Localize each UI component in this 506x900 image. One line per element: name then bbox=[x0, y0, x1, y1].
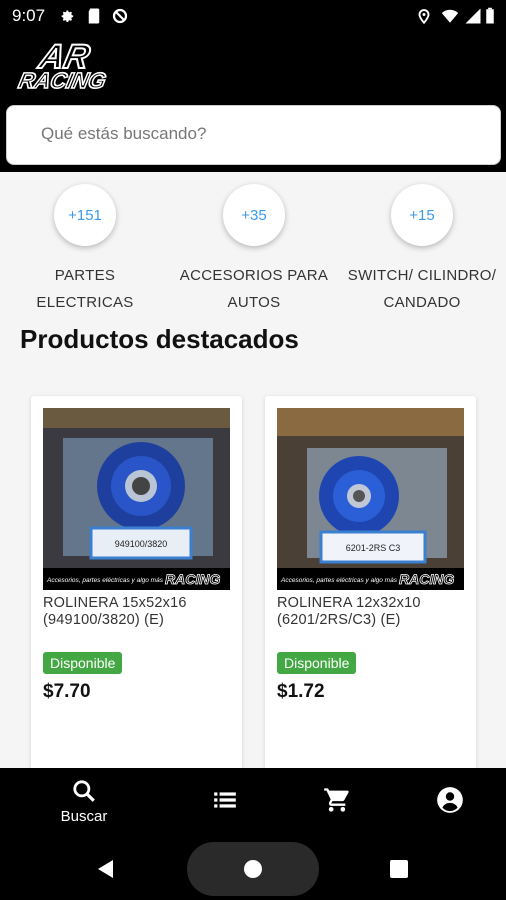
bottom-navigation: Buscar bbox=[0, 768, 506, 836]
category-label: ACCESORIOS PARA AUTOS bbox=[179, 267, 329, 311]
availability-badge: Disponible bbox=[43, 652, 123, 674]
availability-badge: Disponible bbox=[277, 652, 357, 674]
back-icon[interactable] bbox=[95, 858, 117, 880]
recents-icon[interactable] bbox=[389, 859, 409, 879]
cart-icon bbox=[324, 788, 349, 812]
product-card[interactable]: 949100/3820 Accesorios, partes eléctrica… bbox=[31, 396, 242, 776]
category-count-badge: +151 bbox=[54, 184, 116, 246]
product-card[interactable]: 6201-2RS C3 Accesorios, partes eléctrica… bbox=[265, 396, 476, 776]
image-logo-text: RACING bbox=[165, 571, 220, 587]
category-label: PARTES ELECTRICAS bbox=[36, 267, 134, 311]
product-price: $7.70 bbox=[43, 681, 91, 702]
category-count-badge: +15 bbox=[391, 184, 453, 246]
nav-search[interactable]: Buscar bbox=[34, 768, 134, 836]
box-label: 949100/3820 bbox=[115, 539, 168, 549]
settings-icon bbox=[61, 10, 74, 22]
nav-cart[interactable] bbox=[287, 768, 387, 836]
list-icon bbox=[214, 792, 236, 808]
product-image[interactable]: 949100/3820 Accesorios, partes eléctrica… bbox=[43, 408, 230, 590]
category-partes-electricas[interactable]: +151 PARTES ELECTRICAS bbox=[5, 184, 165, 316]
nav-account[interactable] bbox=[400, 768, 500, 836]
data-saver-icon bbox=[112, 8, 128, 24]
logo-racing-text: RACING bbox=[16, 68, 108, 92]
product-name: ROLINERA 12x32x10 (6201/2RS/C3) (E) bbox=[277, 595, 421, 628]
wifi-icon bbox=[441, 9, 459, 23]
status-bar: 9:07 bbox=[0, 0, 506, 32]
image-banner-text: Accesorios, partes eléctricas y algo más bbox=[280, 577, 398, 584]
search-placeholder: Qué estás buscando? bbox=[41, 124, 207, 143]
image-banner-text: Accesorios, partes eléctricas y algo más bbox=[46, 577, 164, 584]
product-image[interactable]: 6201-2RS C3 Accesorios, partes eléctrica… bbox=[277, 408, 464, 590]
signal-icon bbox=[465, 8, 481, 24]
bearing-photo: 949100/3820 Accesorios, partes eléctrica… bbox=[43, 408, 230, 590]
app-header: AR RACING Qué estás buscando? bbox=[0, 32, 506, 172]
product-name: ROLINERA 15x52x16 (949100/3820) (E) bbox=[43, 595, 187, 628]
location-icon bbox=[418, 9, 430, 25]
battery-icon bbox=[486, 7, 494, 24]
account-icon bbox=[437, 787, 463, 813]
box-label: 6201-2RS C3 bbox=[346, 543, 401, 553]
section-title: Productos destacados bbox=[20, 324, 299, 354]
bearing-photo: 6201-2RS C3 Accesorios, partes eléctrica… bbox=[277, 408, 464, 590]
home-pill[interactable] bbox=[187, 842, 319, 896]
status-time: 9:07 bbox=[12, 6, 46, 25]
category-switch-cilindro-candado[interactable]: +15 SWITCH/ CILINDRO/ CANDADO bbox=[342, 184, 502, 316]
system-navigation-bar bbox=[0, 836, 506, 900]
home-icon bbox=[244, 860, 262, 878]
category-label: SWITCH/ CILINDRO/ CANDADO bbox=[347, 267, 497, 311]
search-bar[interactable]: Qué estás buscando? bbox=[6, 105, 501, 165]
nav-search-label: Buscar bbox=[60, 808, 108, 825]
ar-racing-logo[interactable]: AR RACING bbox=[16, 38, 136, 92]
category-accesorios-autos[interactable]: +35 ACCESORIOS PARA AUTOS bbox=[174, 184, 334, 316]
image-logo-text: RACING bbox=[399, 571, 454, 587]
sd-card-icon bbox=[88, 8, 100, 24]
search-icon bbox=[73, 780, 95, 802]
category-count-badge: +35 bbox=[223, 184, 285, 246]
nav-categories[interactable] bbox=[175, 768, 275, 836]
product-price: $1.72 bbox=[277, 681, 325, 702]
